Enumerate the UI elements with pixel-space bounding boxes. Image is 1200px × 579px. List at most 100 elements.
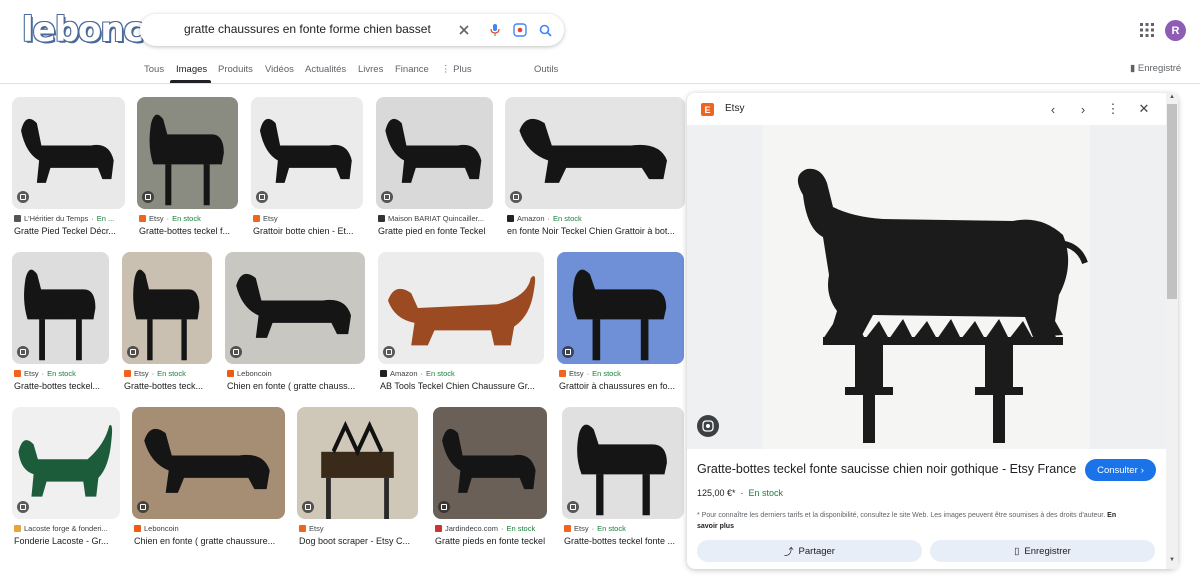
scroll-up-icon[interactable]: ▲ (1167, 94, 1177, 103)
result-title[interactable]: AB Tools Teckel Chien Chaussure Gr... (380, 381, 535, 391)
result-thumbnail[interactable] (225, 252, 365, 364)
image-result[interactable]: Maison BARIAT Quincailler... Gratte pied… (376, 97, 493, 243)
active-tab-indicator (170, 80, 211, 83)
previous-icon[interactable]: ‹ (1045, 101, 1061, 117)
image-result[interactable]: Lacoste forge & fonderi... Fonderie Laco… (12, 407, 120, 553)
product-tag-icon[interactable] (438, 501, 450, 513)
tab-videos[interactable]: Vidéos (265, 64, 294, 75)
tab-images[interactable]: Images (176, 64, 207, 75)
image-result[interactable]: L'Héritier du Temps · En ... Gratte Pied … (12, 97, 125, 243)
save-button[interactable]: ▯ Enregistrer (930, 540, 1155, 562)
search-input[interactable]: gratte chaussures en fonte forme chien b… (184, 22, 431, 36)
result-thumbnail[interactable] (122, 252, 212, 364)
scroll-down-icon[interactable]: ▼ (1167, 557, 1177, 566)
result-title[interactable]: Gratte-bottes teckel fonte ... (564, 536, 675, 546)
product-tag-icon[interactable] (256, 191, 268, 203)
result-title[interactable]: Grattoir botte chien - Et... (253, 226, 354, 236)
product-tag-icon[interactable] (562, 346, 574, 358)
product-tag-icon[interactable] (17, 346, 29, 358)
product-tag-icon[interactable] (137, 501, 149, 513)
tab-news[interactable]: Actualités (305, 64, 346, 75)
image-result[interactable]: Etsy · En stock Gratte-bottes teckel... (12, 252, 109, 398)
result-thumbnail[interactable] (297, 407, 418, 519)
image-result[interactable]: Leboncoin Chien en fonte ( gratte chauss… (225, 252, 365, 398)
image-result[interactable]: Etsy · En stock Grattoir à chaussures en … (557, 252, 684, 398)
lens-icon[interactable] (510, 20, 530, 40)
image-result[interactable]: Amazon · En stock en fonte Noir Teckel Ch… (505, 97, 685, 243)
next-icon[interactable]: › (1075, 101, 1091, 117)
result-thumbnail[interactable] (557, 252, 684, 364)
result-thumbnail[interactable] (562, 407, 684, 519)
result-thumbnail[interactable] (137, 97, 238, 209)
result-title[interactable]: Gratte pied en fonte Teckel (378, 226, 485, 236)
result-thumbnail[interactable] (12, 97, 125, 209)
result-title[interactable]: Gratte-bottes teck... (124, 381, 203, 391)
product-tag-icon[interactable] (230, 346, 242, 358)
result-title[interactable]: Fonderie Lacoste - Gr... (14, 536, 109, 546)
tab-tools[interactable]: Outils (534, 64, 558, 75)
tab-more[interactable]: ⋮ Plus (441, 64, 472, 75)
image-result[interactable]: Jardindeco.com · En stock Gratte pieds en… (433, 407, 547, 553)
product-tag-icon[interactable] (17, 191, 29, 203)
image-result[interactable]: Etsy · En stock Gratte-bottes teck... (122, 252, 212, 398)
image-result[interactable]: Leboncoin Chien en fonte ( gratte chauss… (132, 407, 285, 553)
image-result[interactable]: Etsy Dog boot scraper - Etsy C... (297, 407, 418, 553)
source-name: Etsy (263, 214, 278, 223)
image-result[interactable]: Etsy · En stock Gratte-bottes teckel font… (562, 407, 684, 553)
result-thumbnail[interactable] (12, 252, 109, 364)
tab-products[interactable]: Produits (218, 64, 253, 75)
result-thumbnail[interactable] (505, 97, 685, 209)
product-tag-icon[interactable] (567, 501, 579, 513)
result-title[interactable]: Gratte pieds en fonte teckel (435, 536, 545, 546)
result-title[interactable]: Gratte Pied Teckel Décr... (14, 226, 116, 236)
source-name: Leboncoin (237, 369, 272, 378)
tab-finance[interactable]: Finance (395, 64, 429, 75)
product-tag-icon[interactable] (127, 346, 139, 358)
result-thumbnail[interactable] (378, 252, 544, 364)
result-title[interactable]: Gratte-bottes teckel f... (139, 226, 230, 236)
panel-site-name[interactable]: Etsy (725, 103, 744, 114)
result-title[interactable]: Chien en fonte ( gratte chauss... (227, 381, 355, 391)
tab-all[interactable]: Tous (144, 64, 164, 75)
result-title[interactable]: Chien en fonte ( gratte chaussure... (134, 536, 275, 546)
product-tag-icon[interactable] (383, 346, 395, 358)
panel-title[interactable]: Gratte-bottes teckel fonte saucisse chie… (697, 462, 1077, 476)
lens-search-icon[interactable] (697, 415, 719, 437)
result-thumbnail[interactable] (132, 407, 285, 519)
image-result[interactable]: Etsy · En stock Gratte-bottes teckel f... (137, 97, 238, 243)
search-icon[interactable] (535, 20, 555, 40)
share-button[interactable]: ⤴ Partager (697, 540, 922, 562)
product-tag-icon[interactable] (381, 191, 393, 203)
visit-button[interactable]: Consulter › (1085, 459, 1156, 481)
result-title[interactable]: Gratte-bottes teckel... (14, 381, 100, 391)
saved-link[interactable]: ▮ Enregistré (1130, 63, 1181, 74)
tab-books[interactable]: Livres (358, 64, 383, 75)
preview-image[interactable] (763, 125, 1090, 449)
search-bar[interactable]: gratte chaussures en fonte forme chien b… (140, 14, 564, 46)
image-result[interactable]: Amazon · En stock AB Tools Teckel Chien C… (378, 252, 544, 398)
stock-status: En stock (592, 369, 621, 378)
bookmark-icon: ▯ (1014, 545, 1020, 557)
avatar[interactable]: R (1165, 20, 1186, 41)
product-tag-icon[interactable] (302, 501, 314, 513)
result-thumbnail[interactable] (251, 97, 363, 209)
result-thumbnail[interactable] (376, 97, 493, 209)
image-result[interactable]: Etsy Grattoir botte chien - Et... (251, 97, 363, 243)
clear-icon[interactable] (454, 20, 474, 40)
result-title[interactable]: en fonte Noir Teckel Chien Grattoir à bo… (507, 226, 675, 236)
product-tag-icon[interactable] (142, 191, 154, 203)
result-thumbnail[interactable] (12, 407, 120, 519)
apps-grid-icon[interactable] (1140, 23, 1154, 37)
result-source: Etsy (253, 214, 278, 223)
product-tag-icon[interactable] (510, 191, 522, 203)
close-icon[interactable]: ✕ (1136, 101, 1152, 117)
more-options-icon[interactable]: ⋮ (1105, 101, 1121, 117)
source-favicon-icon (380, 370, 387, 377)
microphone-icon[interactable] (485, 20, 505, 40)
product-tag-icon[interactable] (17, 501, 29, 513)
result-title[interactable]: Dog boot scraper - Etsy C... (299, 536, 410, 546)
scrollbar-thumb[interactable] (1167, 104, 1177, 299)
result-thumbnail[interactable] (433, 407, 547, 519)
source-favicon-icon (299, 525, 306, 532)
result-title[interactable]: Grattoir à chaussures en fo... (559, 381, 675, 391)
